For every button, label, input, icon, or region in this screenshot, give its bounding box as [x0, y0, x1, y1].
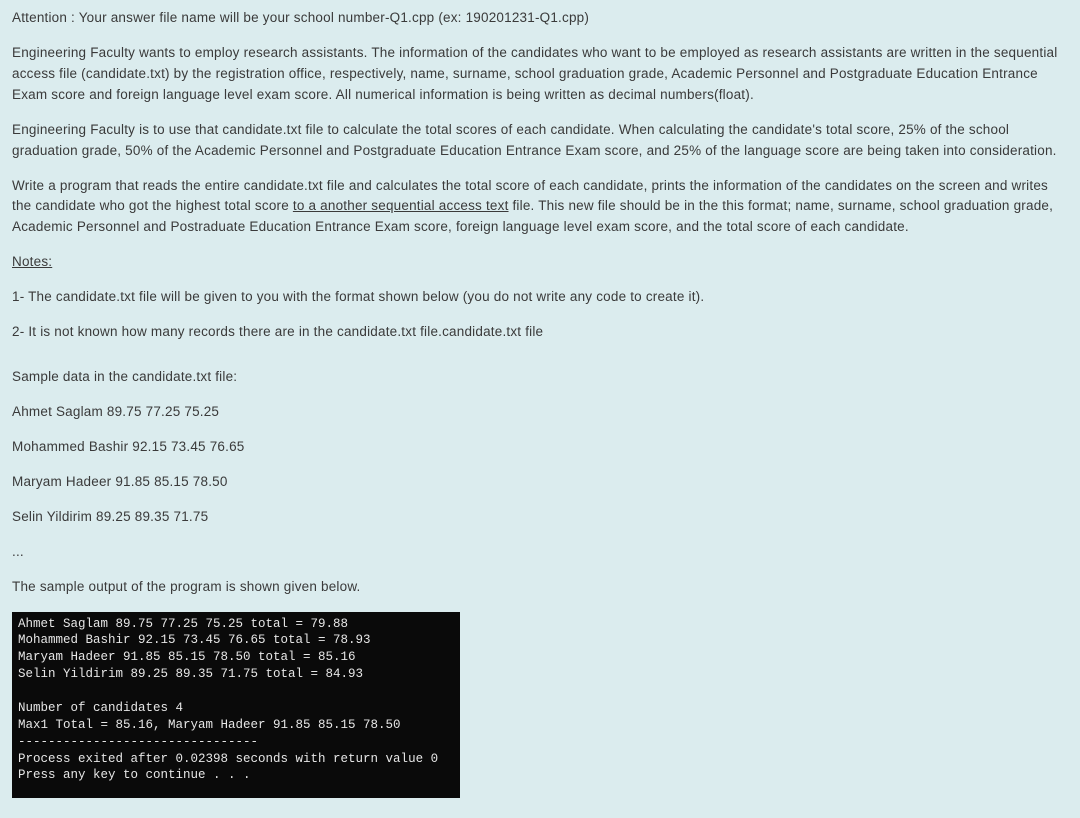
sample-line-ellipsis: ...: [12, 542, 1068, 563]
note-2: 2- It is not known how many records ther…: [12, 322, 1068, 343]
paragraph-task: Write a program that reads the entire ca…: [12, 176, 1068, 239]
sample-data-heading: Sample data in the candidate.txt file:: [12, 367, 1068, 388]
output-heading: The sample output of the program is show…: [12, 577, 1068, 598]
attention-line: Attention : Your answer file name will b…: [12, 8, 1068, 29]
sample-line-2: Mohammed Bashir 92.15 73.45 76.65: [12, 437, 1068, 458]
notes-label: Notes:: [12, 254, 52, 269]
sample-line-3: Maryam Hadeer 91.85 85.15 78.50: [12, 472, 1068, 493]
note-1: 1- The candidate.txt file will be given …: [12, 287, 1068, 308]
console-output: Ahmet Saglam 89.75 77.25 75.25 total = 7…: [12, 612, 460, 799]
paragraph-scoring: Engineering Faculty is to use that candi…: [12, 120, 1068, 162]
sample-line-4: Selin Yildirim 89.25 89.35 71.75: [12, 507, 1068, 528]
paragraph-intro: Engineering Faculty wants to employ rese…: [12, 43, 1068, 106]
notes-heading: Notes:: [12, 252, 1068, 273]
document-body: Attention : Your answer file name will b…: [0, 0, 1080, 818]
sample-line-1: Ahmet Saglam 89.75 77.25 75.25: [12, 402, 1068, 423]
task-underlined: to a another sequential access text: [293, 198, 509, 213]
